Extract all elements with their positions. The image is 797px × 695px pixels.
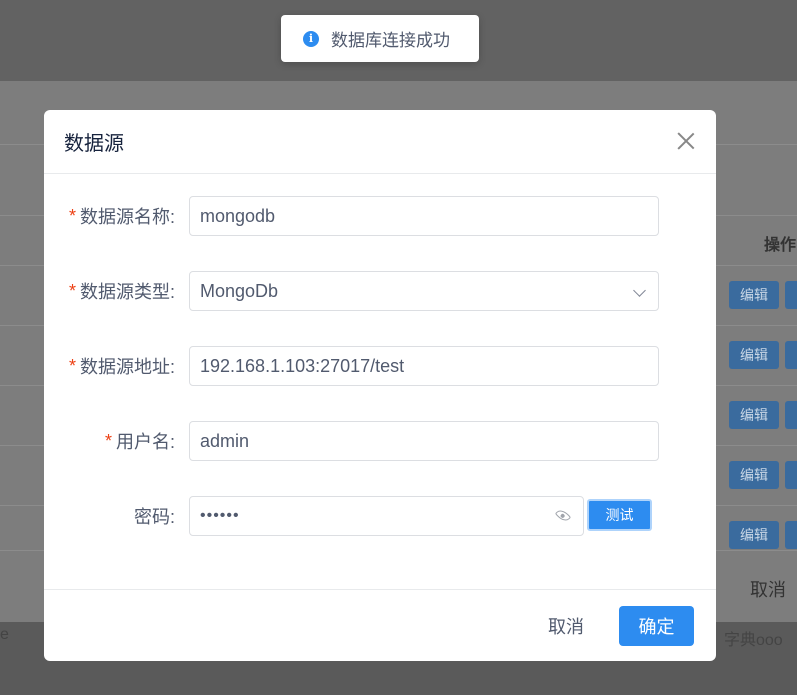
required-mark: * [104, 430, 112, 451]
row-action-button[interactable] [785, 341, 797, 369]
username-label: * 用户名: [105, 421, 175, 461]
row-action-button[interactable] [785, 521, 797, 549]
confirm-button[interactable]: 确定 [619, 606, 694, 646]
address-label: * 数据源地址: [69, 346, 175, 386]
form-row-username: * 用户名: admin [44, 421, 716, 461]
type-label: * 数据源类型: [69, 271, 175, 311]
eye-icon[interactable] [554, 507, 572, 524]
background-cancel-button[interactable]: 取消 [750, 576, 786, 602]
datasource-address-input[interactable]: 192.168.1.103:27017/test [189, 346, 659, 386]
background-text: e [0, 626, 9, 643]
datasource-name-input[interactable]: mongodb [189, 196, 659, 236]
password-value: •••••• [200, 507, 240, 524]
row-action-button[interactable] [785, 401, 797, 429]
edit-button[interactable]: 编辑 [729, 401, 779, 429]
background-dict-text: 字典ooo [724, 632, 783, 649]
form-row-address: * 数据源地址: 192.168.1.103:27017/test [44, 346, 716, 386]
password-input[interactable]: •••••• [189, 496, 584, 536]
name-label: * 数据源名称: [69, 196, 175, 236]
modal-title: 数据源 [64, 133, 124, 155]
username-value: admin [200, 430, 250, 451]
required-mark: * [68, 355, 76, 376]
address-label-text: 数据源地址: [79, 357, 175, 377]
datasource-modal: 数据源 * 数据源名称: mongodb * 数据源类型: MongoDb * … [44, 110, 716, 661]
operations-column-header: 操作 [764, 237, 797, 254]
form-row-name: * 数据源名称: mongodb [44, 196, 716, 236]
close-icon[interactable] [676, 131, 696, 151]
success-toast: i 数据库连接成功 [281, 15, 479, 62]
modal-footer: 取消 确定 [44, 589, 716, 661]
password-label-text: 密码: [133, 507, 175, 527]
info-icon: i [303, 30, 319, 47]
name-label-text: 数据源名称: [79, 207, 175, 227]
edit-button[interactable]: 编辑 [729, 281, 779, 309]
required-mark: * [68, 280, 76, 301]
edit-button[interactable]: 编辑 [729, 461, 779, 489]
datasource-name-value: mongodb [200, 205, 276, 226]
datasource-type-select[interactable]: MongoDb [189, 271, 659, 311]
username-input[interactable]: admin [189, 421, 659, 461]
chevron-down-icon [633, 284, 646, 297]
cancel-button[interactable]: 取消 [531, 607, 601, 645]
row-action-button[interactable] [785, 281, 797, 309]
datasource-address-value: 192.168.1.103:27017/test [200, 355, 405, 376]
edit-button[interactable]: 编辑 [729, 521, 779, 549]
datasource-type-value: MongoDb [200, 280, 279, 301]
type-label-text: 数据源类型: [79, 282, 175, 302]
row-action-button[interactable] [785, 461, 797, 489]
required-mark: * [68, 205, 76, 226]
test-connection-button[interactable]: 测试 [587, 499, 652, 531]
form-row-type: * 数据源类型: MongoDb [44, 271, 716, 311]
toast-message: 数据库连接成功 [331, 31, 450, 50]
password-label: 密码: [134, 496, 175, 536]
username-label-text: 用户名: [115, 432, 175, 452]
form-row-password: 密码: •••••• 测试 [44, 496, 716, 536]
modal-header: 数据源 [44, 110, 716, 174]
edit-button[interactable]: 编辑 [729, 341, 779, 369]
